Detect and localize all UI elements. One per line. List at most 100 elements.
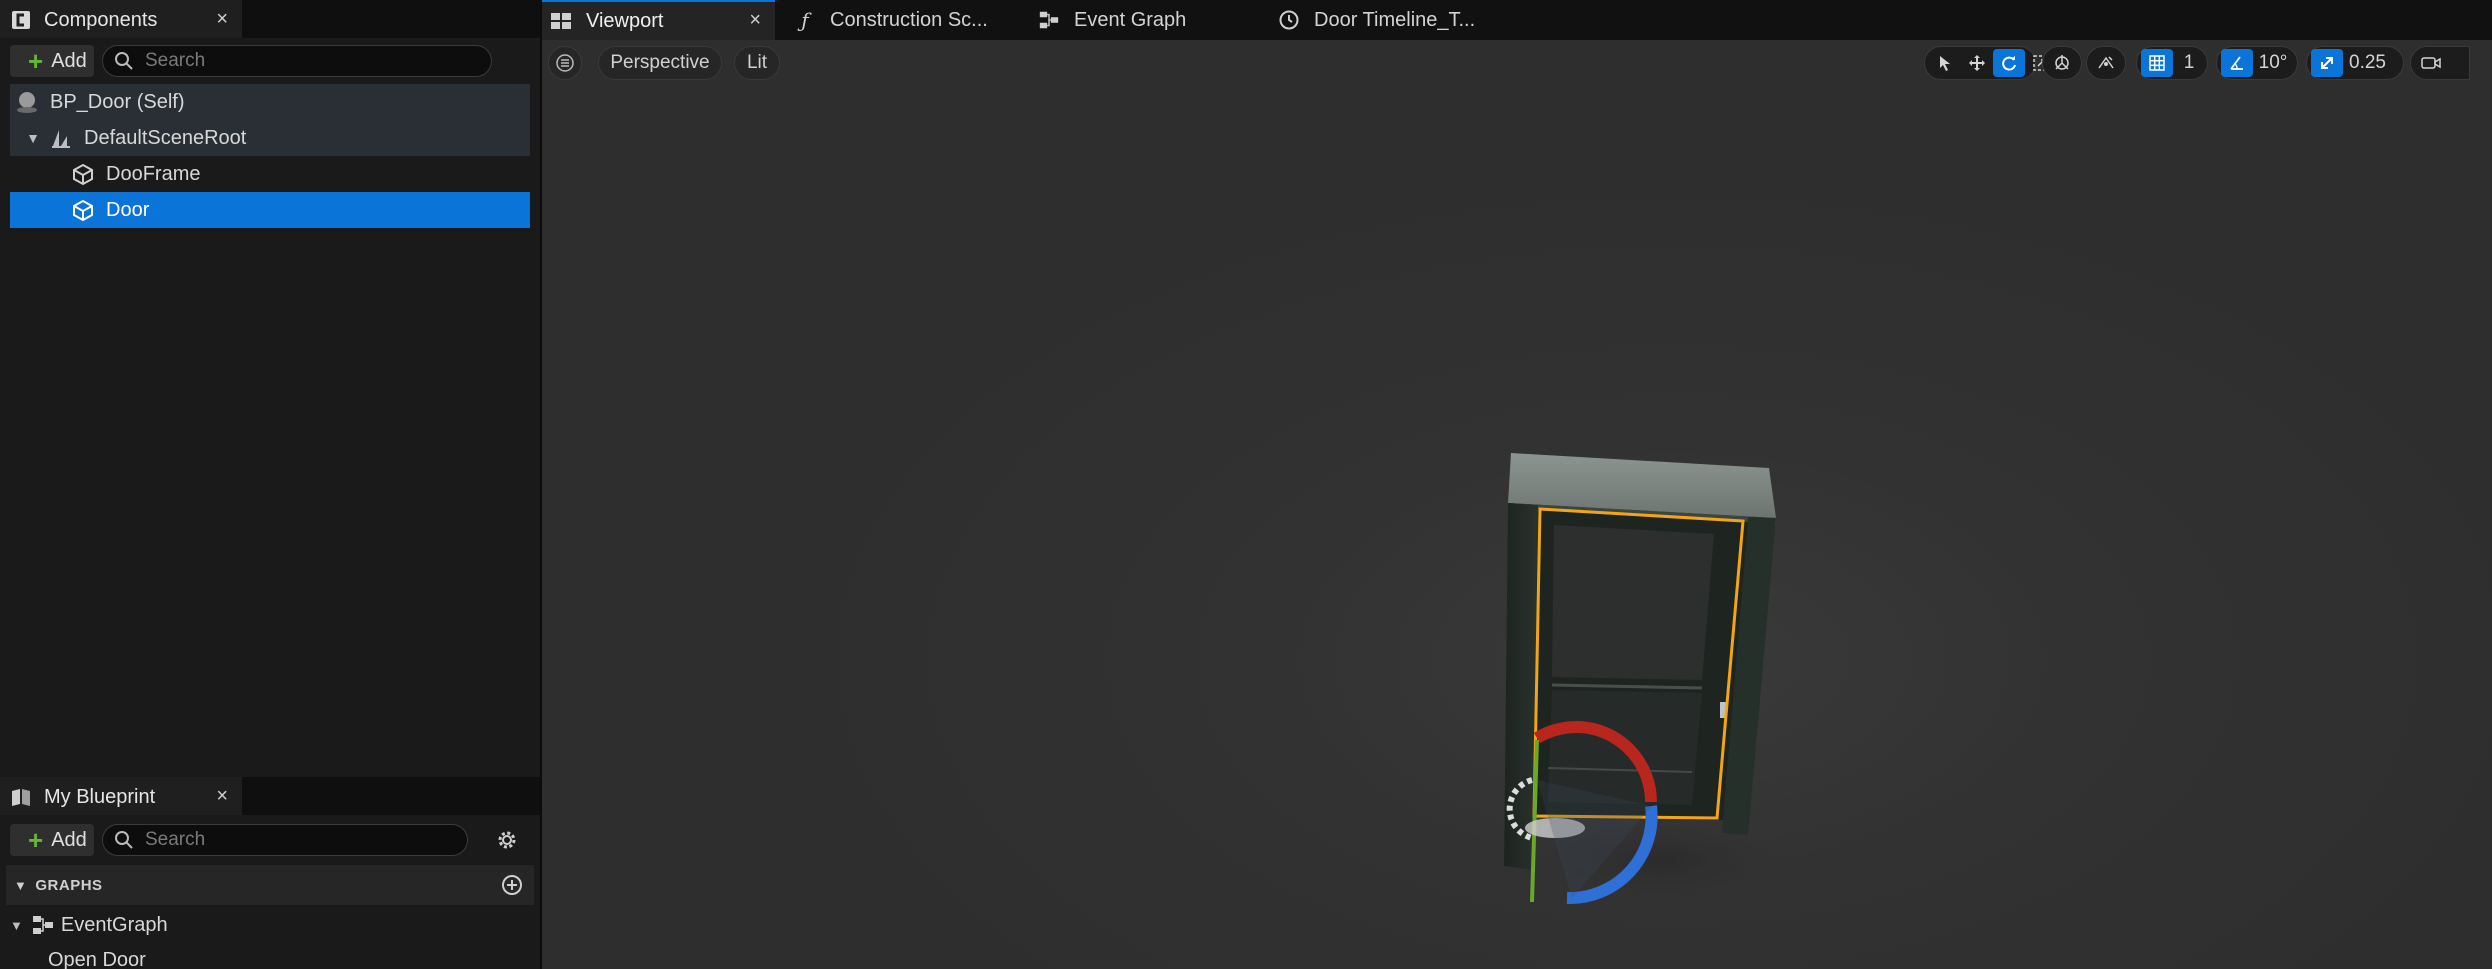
components-tree: BP_Door (Self) ▼ DefaultSceneRoot DooFra… xyxy=(0,84,540,228)
scale-arrow-icon xyxy=(2321,57,2333,69)
move-arrows-icon xyxy=(1969,55,1985,71)
tree-item-door[interactable]: Door xyxy=(10,192,530,228)
tab-event-graph[interactable]: Event Graph xyxy=(1030,0,1250,40)
add-blueprint-member-button[interactable]: + Add xyxy=(10,824,94,856)
static-mesh-icon xyxy=(70,197,96,223)
my-blueprint-search-input[interactable] xyxy=(145,829,435,851)
surface-snap-icon xyxy=(2098,56,2114,69)
graph-item-label: EventGraph xyxy=(60,913,168,936)
door-upper-inset xyxy=(1552,525,1714,680)
coordinate-space-button[interactable] xyxy=(2042,46,2082,80)
scale-snap-value[interactable]: 0.25 xyxy=(2343,49,2392,77)
event-graph-icon xyxy=(32,916,53,934)
tree-item-dooframe[interactable]: DooFrame xyxy=(10,156,530,192)
add-component-label: Add xyxy=(51,49,87,72)
tab-label: Door Timeline_T... xyxy=(1314,8,1476,31)
static-mesh-icon xyxy=(70,161,96,187)
level-viewport[interactable]: Perspective Lit 1 10° 0.25 xyxy=(542,40,2492,969)
surface-snapping-button[interactable] xyxy=(2086,46,2126,80)
close-icon[interactable]: × xyxy=(749,9,761,32)
components-tab-title: Components xyxy=(44,8,158,31)
components-tab[interactable]: Components × xyxy=(0,0,242,38)
tab-construction-script[interactable]: ƒ Construction Sc... xyxy=(786,0,1006,40)
components-tabbar: Components × xyxy=(0,0,540,38)
viewport-options-button[interactable] xyxy=(548,46,582,80)
transform-tools-group xyxy=(1924,46,2049,80)
rotate-tool-button[interactable] xyxy=(1993,49,2025,77)
camera-icon xyxy=(2421,57,2441,69)
actor-sphere-icon xyxy=(14,89,40,115)
scale-snap-toggle[interactable] xyxy=(2311,49,2343,77)
viewport-scene xyxy=(1504,453,1782,905)
my-blueprint-tabbar: My Blueprint × xyxy=(0,777,540,815)
world-space-cell xyxy=(2043,49,2081,77)
rotation-snap-toggle[interactable] xyxy=(2221,49,2253,77)
view-mode-button[interactable]: Perspective xyxy=(598,46,722,80)
graphs-section-header[interactable]: ▼ GRAPHS xyxy=(6,865,534,905)
gear-icon[interactable] xyxy=(494,827,520,853)
plus-icon: + xyxy=(28,825,44,855)
tree-item-label: Door xyxy=(106,198,150,221)
my-blueprint-panel: My Blueprint × + Add ▼ GRAPHS ▼ EventGra… xyxy=(0,777,540,969)
select-tool-button[interactable] xyxy=(1929,49,1961,77)
my-blueprint-toolbar: + Add xyxy=(0,815,540,865)
book-icon xyxy=(10,786,32,808)
tab-label: Viewport xyxy=(586,9,664,32)
grid-snap-value[interactable]: 1 xyxy=(2173,49,2205,77)
components-toolbar: + Add xyxy=(0,38,540,84)
chevron-down-icon: ▼ xyxy=(14,877,28,893)
components-search[interactable] xyxy=(102,45,492,77)
angle-icon xyxy=(2230,56,2243,70)
close-icon[interactable]: × xyxy=(216,8,228,31)
camera-speed-button[interactable] xyxy=(2410,46,2470,80)
scene-root-icon xyxy=(48,125,74,151)
chevron-down-icon[interactable]: ▼ xyxy=(10,918,23,933)
tree-item-label: DefaultSceneRoot xyxy=(84,126,247,149)
grid-snap-toggle[interactable] xyxy=(2141,49,2173,77)
search-icon xyxy=(115,831,133,849)
plus-icon: + xyxy=(28,46,44,76)
my-blueprint-tab-title: My Blueprint xyxy=(44,785,156,808)
tab-viewport[interactable]: Viewport × xyxy=(542,0,775,40)
tree-item-self[interactable]: BP_Door (Self) xyxy=(10,84,530,120)
search-icon xyxy=(115,52,133,70)
graphs-header-label: GRAPHS xyxy=(35,876,103,894)
translate-tool-button[interactable] xyxy=(1961,49,1993,77)
components-icon xyxy=(10,9,32,31)
surface-snap-cell xyxy=(2087,49,2125,77)
camera-cell xyxy=(2415,49,2447,77)
add-component-button[interactable]: + Add xyxy=(10,45,94,77)
editor-main-area: Viewport × ƒ Construction Sc... Event Gr… xyxy=(542,0,2492,969)
function-icon: ƒ xyxy=(801,8,809,32)
tab-door-timeline[interactable]: Door Timeline_T... xyxy=(1270,0,1510,40)
tree-item-default-scene-root[interactable]: ▼ DefaultSceneRoot xyxy=(10,120,530,156)
graph-child-label: Open Door xyxy=(48,948,146,969)
cursor-icon xyxy=(1940,56,1950,71)
viewport-grid-icon xyxy=(550,10,572,32)
hamburger-icon xyxy=(556,54,574,72)
grid-icon xyxy=(2149,55,2165,71)
graph-child-open-door[interactable]: Open Door xyxy=(0,945,540,969)
world-icon xyxy=(2055,55,2069,70)
tab-label: Construction Sc... xyxy=(830,8,988,31)
close-icon[interactable]: × xyxy=(216,785,228,808)
tree-item-label: BP_Door (Self) xyxy=(50,90,185,113)
my-blueprint-tab[interactable]: My Blueprint × xyxy=(0,777,242,815)
rotation-snap-value[interactable]: 10° xyxy=(2253,49,2293,77)
event-graph-icon xyxy=(1038,9,1060,31)
rotate-icon xyxy=(2002,56,2016,71)
clock-icon xyxy=(1278,9,1300,31)
tree-item-label: DooFrame xyxy=(106,162,201,185)
grid-snap-group: 1 xyxy=(2136,46,2208,80)
document-tabbar: Viewport × ƒ Construction Sc... Event Gr… xyxy=(542,0,2492,40)
add-circle-icon[interactable] xyxy=(500,873,524,897)
rotation-snap-group: 10° xyxy=(2216,46,2298,80)
my-blueprint-search[interactable] xyxy=(102,824,468,856)
scale-snap-group: 0.25 xyxy=(2306,46,2404,80)
tab-label: Event Graph xyxy=(1074,8,1187,31)
components-search-input[interactable] xyxy=(145,50,465,72)
add-member-label: Add xyxy=(51,828,87,851)
graph-item-eventgraph[interactable]: ▼ EventGraph xyxy=(0,905,540,945)
chevron-down-icon[interactable]: ▼ xyxy=(24,130,42,146)
lighting-mode-button[interactable]: Lit xyxy=(734,46,780,80)
